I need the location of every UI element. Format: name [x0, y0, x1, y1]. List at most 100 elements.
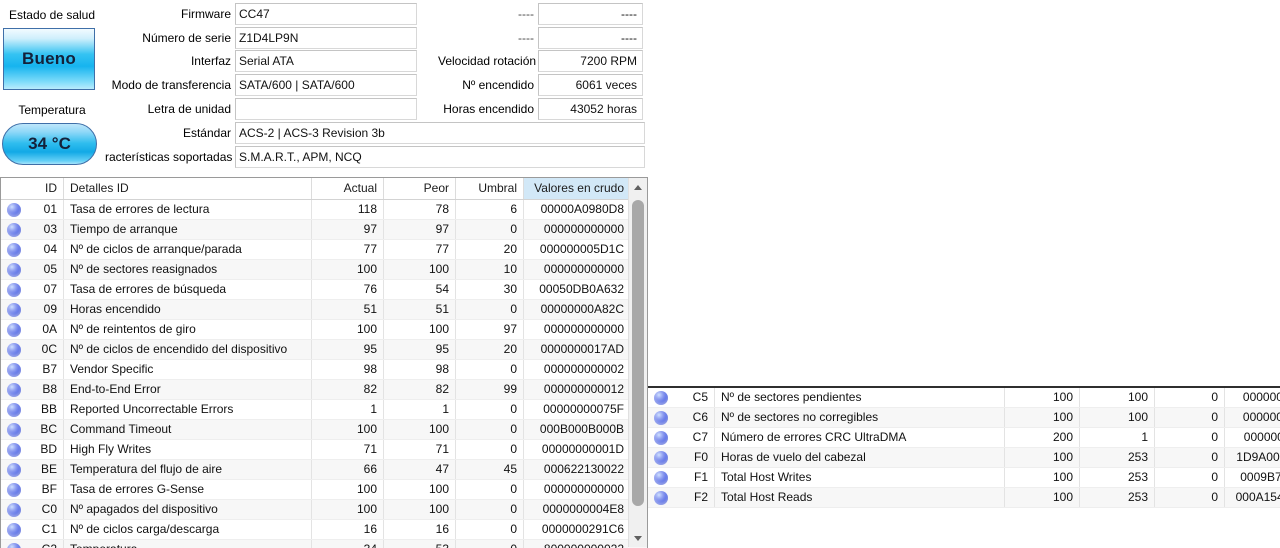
scroll-up-button[interactable]: [629, 178, 647, 196]
cell-details: Reported Uncorrectable Errors: [63, 400, 311, 419]
table-row[interactable]: F1 Total Host Writes10025300009B76427A7: [648, 468, 1280, 488]
table-row[interactable]: C7 Número de errores CRC UltraDMA 200 1 0 000…: [648, 428, 1280, 448]
info-field-row: Letra de unidad: [105, 97, 417, 120]
cell-raw: 00000A0980D8: [523, 200, 630, 219]
health-status-badge[interactable]: Bueno: [3, 28, 95, 90]
info-field-value[interactable]: ----: [538, 3, 643, 25]
cell-details: Número de errores CRC UltraDMA: [714, 428, 1004, 447]
cell-raw: 0000000291C6: [523, 520, 630, 539]
smart-table-body[interactable]: 01 Tasa de errores de lectura 118 78 6 00000A…: [1, 200, 647, 548]
cell-actual: 97: [311, 220, 383, 239]
cell-threshold: 45: [455, 460, 523, 479]
cell-raw: 000000000000: [523, 480, 630, 499]
table-row[interactable]: 09 Horas encendido 51 51 0 00000000A82C: [1, 300, 647, 320]
cell-details: Total Host Reads: [714, 488, 1004, 507]
table-row[interactable]: C5 Nº de sectores pendientes 100 100 0 000000…: [648, 388, 1280, 408]
cell-worst: 100: [383, 480, 455, 499]
cell-threshold: 0: [455, 480, 523, 499]
smart-table-secondary-body[interactable]: C5 Nº de sectores pendientes 100 100 0 000000…: [648, 388, 1280, 508]
status-sphere-icon: [7, 283, 21, 297]
column-header-id[interactable]: ID: [29, 178, 63, 199]
table-row[interactable]: C0 Nº apagados del dispositivo 100 100 0 0000…: [1, 500, 647, 520]
table-row[interactable]: BE Temperatura del flujo de aire 66 47 45 000…: [1, 460, 647, 480]
info-field-label: Estándar: [182, 126, 231, 140]
smart-attributes-table-secondary[interactable]: C5 Nº de sectores pendientes 100 100 0 000000…: [648, 386, 1280, 514]
info-field-value[interactable]: ----: [538, 26, 643, 49]
column-header-raw[interactable]: Valores en crudo: [523, 178, 630, 199]
icon-cell: [1, 480, 29, 499]
scrollbar-thumb[interactable]: [632, 200, 644, 506]
cell-id: 03: [43, 222, 57, 236]
column-header-worst[interactable]: Peor: [383, 178, 455, 199]
info-field-value[interactable]: CC47: [235, 3, 417, 25]
cell-details: Horas de vuelo del cabezal: [714, 448, 1004, 467]
icon-cell: [1, 200, 29, 219]
cell-threshold: 0: [1154, 388, 1224, 407]
status-sphere-icon: [7, 363, 21, 377]
table-row[interactable]: B8 End-to-End Error 82 82 99 000000000012: [1, 380, 647, 400]
status-badges-group: Estado de salud Bueno Temperatura 34 °C: [0, 0, 104, 172]
table-row[interactable]: B7 Vendor Specific 98 98 0 000000000002: [1, 360, 647, 380]
cell-worst: 95: [383, 340, 455, 359]
status-sphere-icon: [7, 243, 21, 257]
info-field-value[interactable]: 6061 veces: [538, 74, 643, 97]
cell-threshold: 0: [455, 540, 523, 548]
info-field-label: Velocidad rotación: [438, 54, 537, 69]
table-row[interactable]: C1 Nº de ciclos carga/descarga 16 16 0 000000…: [1, 520, 647, 540]
table-row[interactable]: 01 Tasa de errores de lectura 118 78 6 00000A…: [1, 200, 647, 220]
info-field-value[interactable]: ACS-2 | ACS-3 Revision 3b: [235, 122, 645, 144]
info-field-value[interactable]: Z1D4LP9N: [235, 26, 417, 49]
cell-worst: 100: [1079, 388, 1154, 407]
cell-id: C0: [41, 502, 57, 516]
triangle-up-icon: [634, 184, 642, 190]
cell-actual: 200: [1004, 428, 1079, 447]
icon-cell: [648, 448, 676, 467]
status-sphere-icon: [654, 411, 668, 425]
table-row[interactable]: F0 Horas de vuelo del cabezal 100 253 0 1D9A0…: [648, 448, 1280, 468]
table-row[interactable]: 05 Nº de sectores reasignados 100 100 10 0000…: [1, 260, 647, 280]
cell-raw: 000000000002: [523, 360, 630, 379]
cell-id: BD: [40, 442, 57, 456]
cell-details: Nº de ciclos carga/descarga: [63, 520, 311, 539]
smart-table-scrollbar[interactable]: [628, 178, 647, 547]
table-row[interactable]: C2Temperatura34530800000000022: [1, 540, 647, 548]
table-row[interactable]: 0A Nº de reintentos de giro 100 100 97 000000…: [1, 320, 647, 340]
info-field-value[interactable]: 43052 horas: [538, 97, 643, 120]
cell-actual: 1: [311, 400, 383, 419]
cell-details: Temperatura del flujo de aire: [63, 460, 311, 479]
table-row[interactable]: 0C Nº de ciclos de encendido del disposit…: [1, 340, 647, 360]
table-row[interactable]: BD High Fly Writes 71 71 0 00000000001D: [1, 440, 647, 460]
icon-cell: [1, 400, 29, 419]
temperature-badge[interactable]: 34 °C: [2, 123, 97, 165]
table-row[interactable]: BF Tasa de errores G-Sense 100 100 0 00000000…: [1, 480, 647, 500]
table-row[interactable]: F2 Total Host Reads1002530000A154AEB3C: [648, 488, 1280, 508]
table-row[interactable]: 04 Nº de ciclos de arranque/parada 77 77 20 0…: [1, 240, 647, 260]
info-field-value[interactable]: [235, 97, 417, 120]
status-sphere-icon: [7, 523, 21, 537]
smart-attributes-table[interactable]: ID Detalles ID Actual Peor Umbral Valores en …: [0, 177, 648, 548]
cell-threshold: 0: [455, 300, 523, 319]
cell-threshold: 0: [1154, 428, 1224, 447]
column-header-actual[interactable]: Actual: [311, 178, 383, 199]
table-row[interactable]: BC Command Timeout 100 100 0 000B000B000B: [1, 420, 647, 440]
cell-worst: 253: [1079, 448, 1154, 467]
table-row[interactable]: 07 Tasa de errores de búsqueda 76 54 30 00050…: [1, 280, 647, 300]
cell-raw: 0009B76427A7: [1224, 468, 1280, 487]
info-field-label: ----: [518, 30, 534, 45]
cell-threshold: 30: [455, 280, 523, 299]
cell-details: Nº de sectores reasignados: [63, 260, 311, 279]
icon-cell: [648, 428, 676, 447]
info-field-value[interactable]: SATA/600 | SATA/600: [235, 74, 417, 97]
table-row[interactable]: C6 Nº de sectores no corregibles 100 100 0 00…: [648, 408, 1280, 428]
cell-actual: 82: [311, 380, 383, 399]
column-header-threshold[interactable]: Umbral: [455, 178, 523, 199]
column-header-details[interactable]: Detalles ID: [63, 178, 311, 199]
scroll-down-button[interactable]: [629, 529, 647, 547]
table-row[interactable]: 03 Tiempo de arranque 97 97 0 000000000000: [1, 220, 647, 240]
cell-id: F0: [693, 450, 708, 464]
info-field-value[interactable]: Serial ATA: [235, 50, 417, 73]
info-field-value[interactable]: 7200 RPM: [538, 50, 643, 73]
info-field-value[interactable]: S.M.A.R.T., APM, NCQ: [235, 145, 645, 168]
table-row[interactable]: BB Reported Uncorrectable Errors 1 1 0 000000…: [1, 400, 647, 420]
cell-worst: 54: [383, 280, 455, 299]
